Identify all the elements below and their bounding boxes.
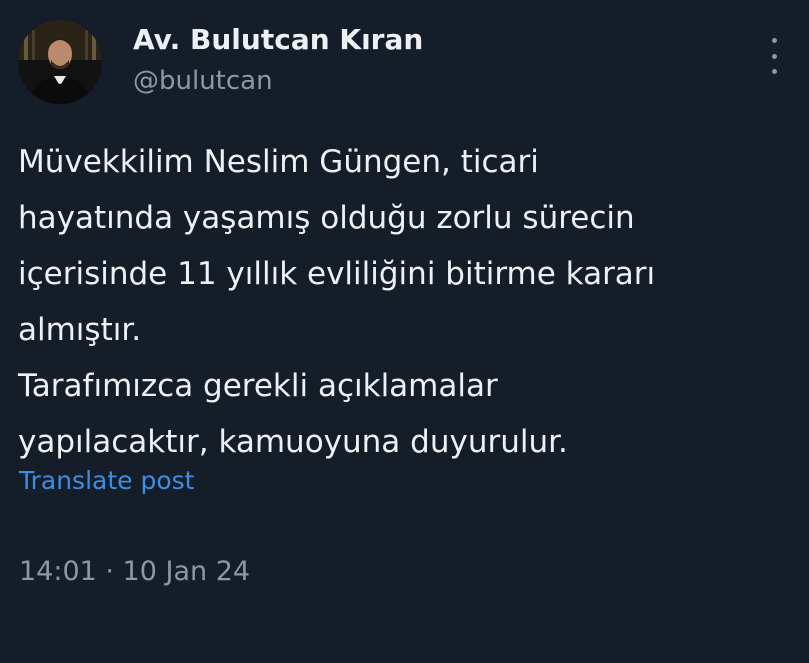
more-dot [771, 38, 777, 43]
more-options-icon[interactable] [762, 38, 786, 74]
post-text-line: yapılacaktır, kamuoyuna duyurulur. [18, 424, 568, 460]
author-handle[interactable]: @bulutcan [133, 66, 273, 96]
post-text-line: almıştır. [18, 312, 142, 348]
avatar[interactable] [18, 20, 102, 104]
author-display-name[interactable]: Av. Bulutcan Kıran [133, 23, 423, 56]
post-text: Müvekkilim Neslim Güngen, ticari hayatın… [18, 134, 793, 470]
post-text-line: Tarafımızca gerekli açıklamalar [18, 368, 498, 404]
post-text-line: içerisinde 11 yıllık evliliğini bitirme … [18, 256, 656, 292]
post-text-line: hayatında yaşamış olduğu zorlu sürecin [18, 200, 635, 236]
post-card: Av. Bulutcan Kıran @bulutcan Müvekkilim … [0, 0, 809, 663]
more-dot [771, 69, 777, 74]
avatar-image [18, 20, 102, 104]
more-dot [771, 53, 777, 59]
post-timestamp[interactable]: 14:01 · 10 Jan 24 [19, 556, 250, 587]
post-text-line: Müvekkilim Neslim Güngen, ticari [18, 144, 539, 180]
translate-post-link[interactable]: Translate post [19, 466, 194, 495]
